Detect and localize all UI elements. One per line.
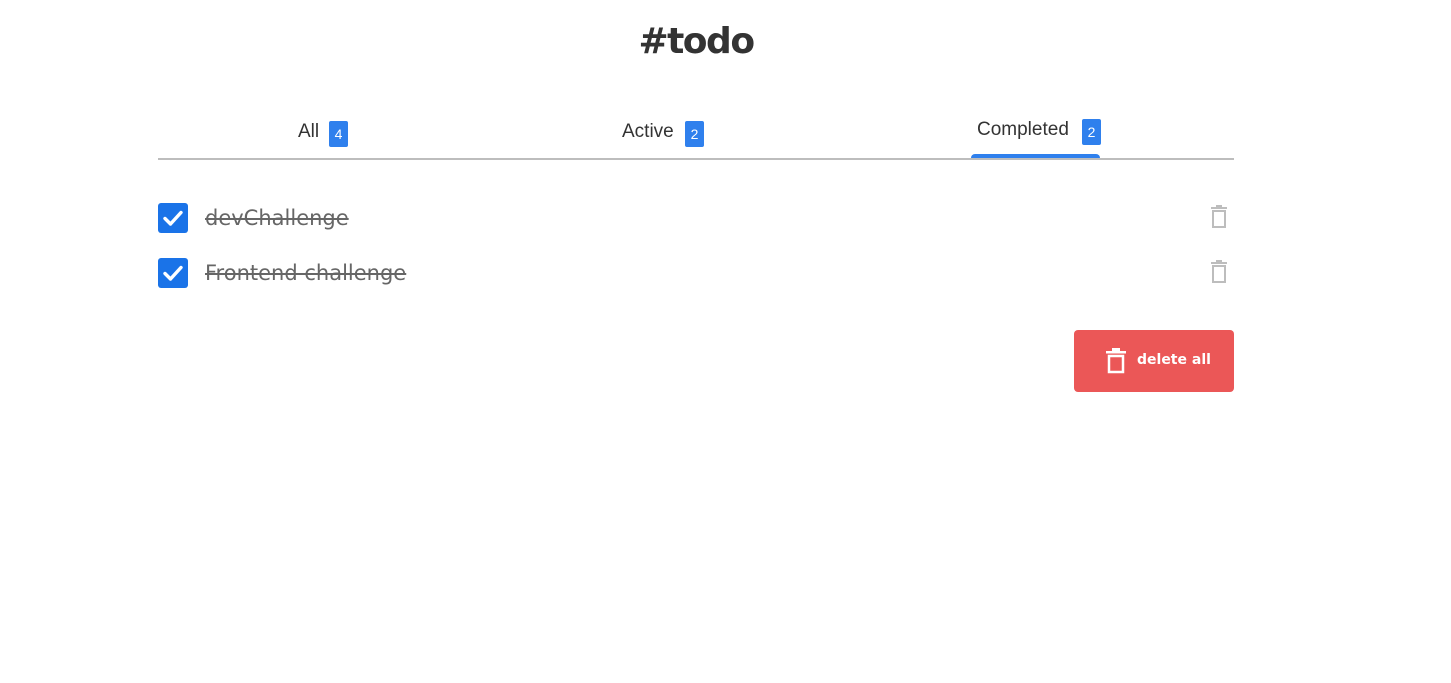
filter-tabs: All 4 Active 2 Completed 2: [158, 110, 1234, 160]
delete-todo-button[interactable]: [1204, 258, 1234, 288]
todo-item: Frontend challenge: [158, 258, 1234, 288]
tab-completed-count-badge: 2: [1082, 119, 1101, 145]
trash-icon: [1211, 260, 1227, 283]
tab-active-count-badge: 2: [685, 121, 704, 147]
active-tab-underline: [971, 154, 1100, 158]
todo-item: devChallenge: [158, 203, 1234, 233]
tab-all-count-badge: 4: [329, 121, 348, 147]
tab-active-label: Active: [622, 121, 674, 142]
delete-all-button[interactable]: delete all: [1074, 330, 1234, 392]
page-title: #todo: [638, 21, 755, 62]
delete-all-label: delete all: [1137, 352, 1211, 368]
delete-todo-button[interactable]: [1204, 203, 1234, 233]
tab-all[interactable]: All 4: [286, 110, 356, 158]
tab-completed-label: Completed: [977, 119, 1069, 140]
tab-completed[interactable]: Completed 2: [971, 110, 1101, 158]
checkmark-icon: [163, 265, 183, 281]
tab-active[interactable]: Active 2: [610, 110, 710, 158]
todo-checkbox[interactable]: [158, 258, 188, 288]
todo-text: devChallenge: [205, 206, 349, 230]
todo-checkbox[interactable]: [158, 203, 188, 233]
trash-icon: [1211, 205, 1227, 228]
checkmark-icon: [163, 210, 183, 226]
tab-all-label: All: [298, 121, 320, 142]
todo-text: Frontend challenge: [205, 261, 407, 285]
trash-icon: [1106, 348, 1126, 374]
